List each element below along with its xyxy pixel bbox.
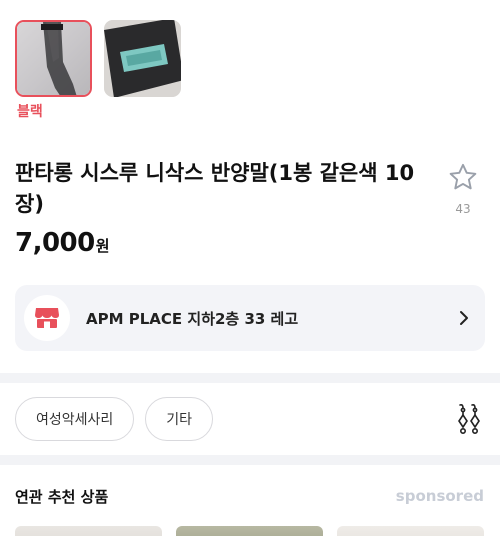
stocking-leg-image — [17, 22, 90, 95]
price-value: 7,000 — [15, 228, 95, 258]
star-outline-icon — [446, 163, 480, 198]
selected-variant-label: 블랙 — [17, 104, 43, 120]
recommend-product-card[interactable] — [15, 526, 162, 536]
recommend-product-list — [15, 526, 484, 536]
section-divider — [0, 373, 500, 383]
section-divider — [0, 455, 500, 465]
recommend-section-title: 연관 추천 상품 — [15, 488, 109, 506]
chevron-right-icon — [459, 310, 469, 326]
tag-womens-accessories[interactable]: 여성악세사리 — [15, 397, 135, 441]
store-awning-icon — [24, 295, 70, 341]
wishlist-count: 43 — [455, 202, 471, 216]
category-tags: 여성악세사리 기타 — [15, 397, 214, 441]
product-price: 7,000원 — [15, 228, 110, 258]
price-unit: 원 — [95, 237, 110, 255]
package-image — [104, 20, 181, 97]
recommend-product-card[interactable] — [176, 526, 323, 536]
product-title: 판타롱 시스루 니삭스 반양말(1봉 같은색 10장) — [15, 161, 415, 216]
earring-icon[interactable] — [455, 403, 483, 435]
variant-thumb-black[interactable] — [15, 20, 92, 97]
sponsored-label: sponsored — [395, 487, 484, 505]
recommend-product-card[interactable] — [337, 526, 484, 536]
variant-thumbnails — [15, 20, 181, 97]
variant-thumb-package[interactable] — [104, 20, 181, 97]
wishlist-button[interactable]: 43 — [441, 161, 485, 216]
tag-etc[interactable]: 기타 — [145, 397, 214, 441]
store-name: APM PLACE 지하2층 33 레고 — [86, 309, 299, 328]
store-link[interactable]: APM PLACE 지하2층 33 레고 — [15, 285, 485, 351]
